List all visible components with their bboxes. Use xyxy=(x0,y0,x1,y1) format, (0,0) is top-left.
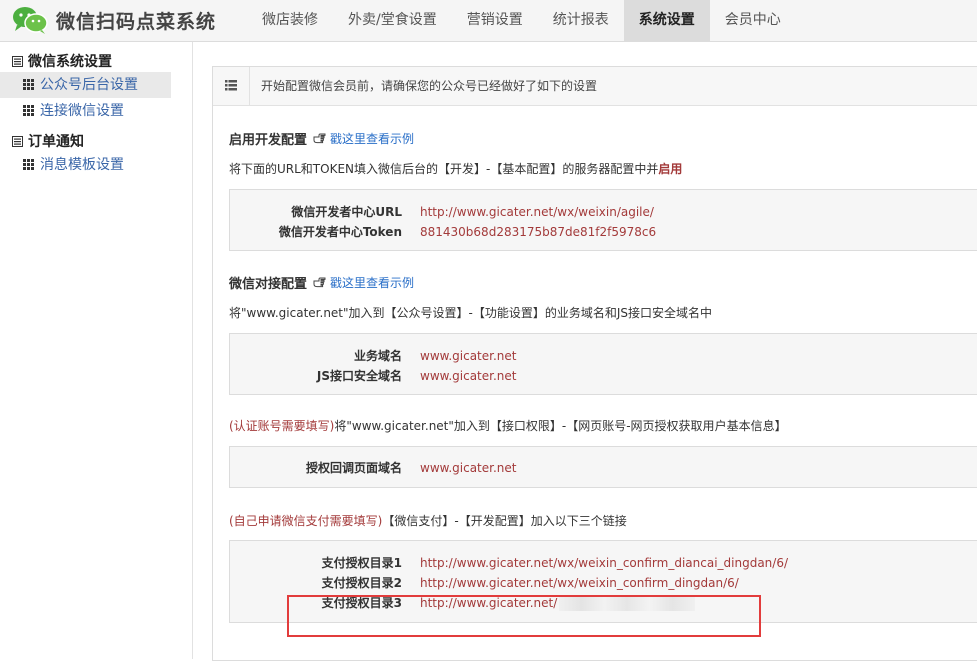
highlight-annotation-box xyxy=(287,595,761,637)
wechat-connect-box: 业务域名 www.gicater.net JS接口安全域名 www.gicate… xyxy=(229,333,977,395)
content-header: 开始配置微信会员前，请确保您的公众号已经做好了如下的设置 xyxy=(213,67,977,106)
field-label: 支付授权目录2 xyxy=(321,576,402,590)
field-value: http://www.gicater.net/wx/weixin_confirm… xyxy=(420,556,789,570)
field-row: 微信开发者中心URL http://www.gicater.net/wx/wei… xyxy=(230,202,977,222)
content-header-text: 开始配置微信会员前，请确保您的公众号已经做好了如下的设置 xyxy=(261,79,598,93)
content-panel: 开始配置微信会员前，请确保您的公众号已经做好了如下的设置 启用开发配置 戳这里查… xyxy=(212,66,977,661)
field-value: www.gicater.net xyxy=(420,461,517,475)
section-desc-wechat-connect: 将"www.gicater.net"加入到【公众号设置】-【功能设置】的业务域名… xyxy=(229,306,713,320)
field-row: 授权回调页面域名 www.gicater.net xyxy=(230,458,977,478)
nav-item-takeout-settings[interactable]: 外卖/堂食设置 xyxy=(333,0,452,41)
sidebar-item-message-template[interactable]: 消息模板设置 xyxy=(0,152,171,178)
dev-config-box: 微信开发者中心URL http://www.gicater.net/wx/wei… xyxy=(229,189,977,251)
nav-item-marketing[interactable]: 营销设置 xyxy=(452,0,538,41)
field-label: JS接口安全域名 xyxy=(316,369,402,383)
section-title-dev-config: 启用开发配置 戳这里查看示例 xyxy=(229,130,415,148)
example-link[interactable]: 戳这里查看示例 xyxy=(330,274,414,291)
sidebar-group-order-notice: 订单通知 消息模板设置 xyxy=(0,132,192,178)
top-bar: 微信扫码点菜系统 微店装修 外卖/堂食设置 营销设置 统计报表 系统设置 会员中… xyxy=(0,0,977,42)
sidebar-group-title: 订单通知 xyxy=(0,132,192,152)
field-label: 支付授权目录1 xyxy=(321,556,402,570)
field-row: 业务域名 www.gicater.net xyxy=(230,346,977,366)
field-label: 授权回调页面域名 xyxy=(305,461,402,475)
section-desc-wechat-pay: (自己申请微信支付需要填写)【微信支付】-【开发配置】加入以下三个链接 xyxy=(229,514,627,528)
sidebar-group-title: 微信系统设置 xyxy=(0,52,192,72)
sidebar-item-label: 公众号后台设置 xyxy=(40,77,138,93)
section-title-wechat-connect: 微信对接配置 戳这里查看示例 xyxy=(229,274,415,292)
sidebar-group-wechat: 微信系统设置 公众号后台设置 连接微信设置 xyxy=(0,52,192,124)
field-label: 微信开发者中心Token xyxy=(278,225,402,239)
nav-item-member-center[interactable]: 会员中心 xyxy=(710,0,796,41)
field-row: 支付授权目录1 http://www.gicater.net/wx/weixin… xyxy=(230,553,977,573)
grid-icon xyxy=(23,159,34,170)
grid-icon xyxy=(23,79,34,90)
grid-icon xyxy=(23,105,34,116)
field-row: 支付授权目录2 http://www.gicater.net/wx/weixin… xyxy=(230,573,977,593)
pointing-hand-icon xyxy=(313,133,326,144)
sidebar-item-label: 消息模板设置 xyxy=(40,157,124,173)
list-icon xyxy=(12,136,23,147)
logo: 微信扫码点菜系统 xyxy=(12,4,216,36)
sidebar-item-connect-wechat[interactable]: 连接微信设置 xyxy=(0,98,171,124)
list-icon xyxy=(213,67,250,105)
sidebar-item-official-account[interactable]: 公众号后台设置 xyxy=(0,72,171,98)
field-label: 微信开发者中心URL xyxy=(291,205,402,219)
nav-item-statistics[interactable]: 统计报表 xyxy=(538,0,624,41)
field-value: 881430b68d283175b87de81f2f5978c6 xyxy=(420,225,657,239)
main-nav: 微店装修 外卖/堂食设置 营销设置 统计报表 系统设置 会员中心 xyxy=(247,0,796,41)
field-value: http://www.gicater.net/wx/weixin/agile/ xyxy=(420,205,654,219)
nav-item-shop-decoration[interactable]: 微店装修 xyxy=(247,0,333,41)
field-row: JS接口安全域名 www.gicater.net xyxy=(230,366,977,386)
example-link[interactable]: 戳这里查看示例 xyxy=(330,130,414,147)
auth-callback-box: 授权回调页面域名 www.gicater.net xyxy=(229,446,977,488)
section-desc-dev-config: 将下面的URL和TOKEN填入微信后台的【开发】-【基本配置】的服务器配置中并启… xyxy=(229,162,683,176)
field-value: www.gicater.net xyxy=(420,369,517,383)
sidebar-item-label: 连接微信设置 xyxy=(40,103,124,119)
field-value: www.gicater.net xyxy=(420,349,517,363)
field-label: 业务域名 xyxy=(353,349,402,363)
nav-item-system-settings[interactable]: 系统设置 xyxy=(623,0,710,41)
section-desc-auth-callback: (认证账号需要填写)将"www.gicater.net"加入到【接口权限】-【网… xyxy=(229,419,787,433)
field-row: 微信开发者中心Token 881430b68d283175b87de81f2f5… xyxy=(230,222,977,242)
app-title: 微信扫码点菜系统 xyxy=(56,10,217,33)
field-value: http://www.gicater.net/wx/weixin_confirm… xyxy=(420,576,739,590)
sidebar: 微信系统设置 公众号后台设置 连接微信设置 订单通知 消息模板设置 xyxy=(0,42,193,659)
pointing-hand-icon xyxy=(313,277,326,288)
wechat-logo-icon xyxy=(13,7,48,34)
list-icon xyxy=(12,56,23,67)
